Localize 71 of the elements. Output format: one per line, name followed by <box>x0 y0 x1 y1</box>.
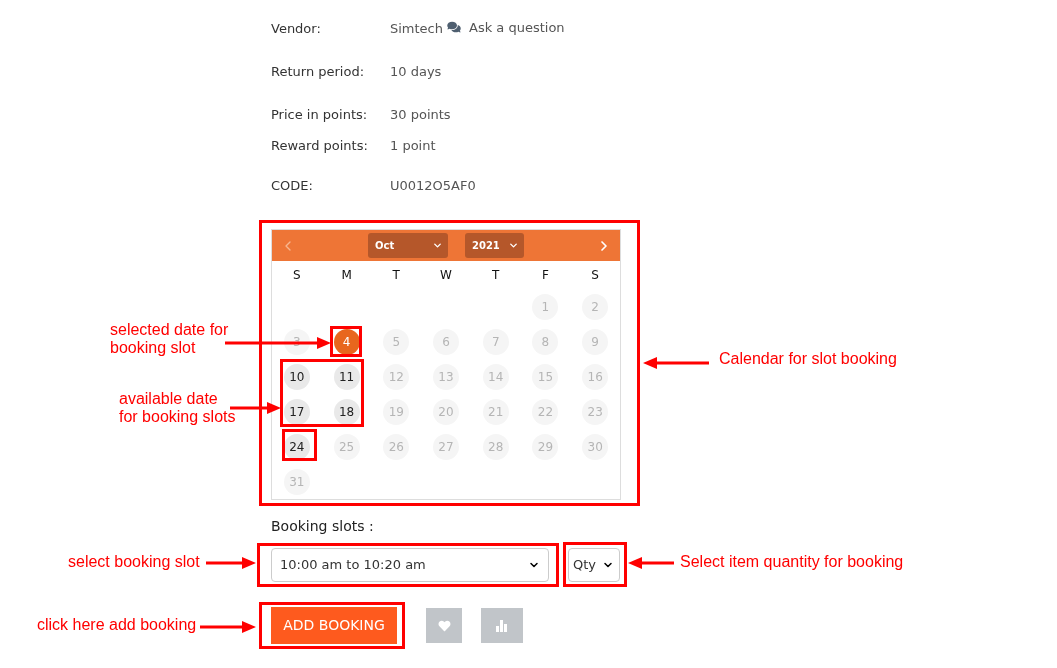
chevron-down-icon <box>508 240 519 251</box>
calendar-day[interactable]: 17 <box>283 398 310 425</box>
vendor-link[interactable]: Simtech <box>390 19 443 39</box>
calendar-day: 19 <box>383 398 410 425</box>
annotation-label: select booking slot <box>68 553 200 571</box>
detail-label: Return period: <box>271 63 366 82</box>
calendar-day[interactable]: 18 <box>333 398 360 425</box>
calendar-day: 6 <box>433 328 459 355</box>
wishlist-button[interactable] <box>426 608 462 643</box>
calendar-day: 8 <box>532 328 559 355</box>
detail-value: 10 days <box>390 63 442 82</box>
calendar-day[interactable]: 10 <box>283 363 310 390</box>
quantity-select[interactable]: Qty <box>568 548 620 582</box>
calendar-day: 15 <box>532 363 559 390</box>
calendar-day: 27 <box>433 433 459 460</box>
annotation-label: click here add booking <box>37 616 197 634</box>
arrow-icon <box>225 337 331 349</box>
calendar-day: 14 <box>482 363 509 390</box>
calendar-day: 26 <box>383 433 410 460</box>
calendar-day: 1 <box>532 293 559 320</box>
arrow-icon <box>643 357 709 369</box>
ask-question-link[interactable]: Ask a question <box>469 17 565 38</box>
annotation-label: available date for booking slots <box>119 390 237 426</box>
calendar-day: 2 <box>582 293 609 320</box>
weekday-label: T <box>392 267 400 284</box>
detail-label: CODE: <box>271 177 314 196</box>
bar-chart-icon <box>496 619 508 632</box>
calendar-day: 25 <box>333 433 360 460</box>
calendar-day: 5 <box>383 328 410 355</box>
arrow-icon <box>200 621 256 633</box>
calendar-day: 21 <box>482 398 509 425</box>
arrow-icon <box>206 557 256 569</box>
detail-label: Price in points: <box>271 106 369 125</box>
detail-label: Reward points: <box>271 137 369 156</box>
calendar-day: 28 <box>482 433 509 460</box>
highlight-frame <box>563 542 627 587</box>
weekday-label: S <box>591 267 599 284</box>
calendar-day[interactable]: 11 <box>333 363 360 390</box>
month-select[interactable]: Oct <box>368 233 448 258</box>
weekday-label: S <box>293 267 301 284</box>
calendar-day: 13 <box>433 363 459 390</box>
calendar-day: 16 <box>582 363 609 390</box>
calendar-day: 23 <box>582 398 609 425</box>
annotation-label: Select item quantity for booking <box>680 553 904 571</box>
chat-bubbles-icon <box>447 21 461 33</box>
calendar-day: 12 <box>383 363 410 390</box>
calendar-day: 29 <box>532 433 559 460</box>
calendar-day: 20 <box>433 398 459 425</box>
detail-label: Vendor: <box>271 20 322 39</box>
chevron-down-icon <box>432 240 443 251</box>
calendar-day: 9 <box>582 328 609 355</box>
weekday-label: W <box>440 267 452 284</box>
calendar-day: 31 <box>283 468 310 495</box>
compare-button[interactable] <box>481 608 523 643</box>
slot-select[interactable]: 10:00 am to 10:20 am <box>271 548 549 582</box>
annotation-label: Calendar for slot booking <box>719 350 897 368</box>
year-select[interactable]: 2021 <box>465 233 524 258</box>
annotation-label: selected date for booking slot <box>110 321 230 357</box>
weekday-label: F <box>541 267 549 284</box>
calendar-day: 22 <box>532 398 559 425</box>
booking-slots-label: Booking slots : <box>271 516 374 536</box>
detail-value: 1 point <box>390 137 436 156</box>
detail-value: U0012O5AF0 <box>390 177 476 196</box>
calendar-day[interactable]: 24 <box>283 433 310 460</box>
detail-value: 30 points <box>390 106 451 125</box>
calendar-day: 7 <box>482 328 509 355</box>
arrow-icon <box>628 557 674 569</box>
heart-icon <box>437 619 451 632</box>
weekday-label: M <box>341 267 352 284</box>
weekday-label: T <box>492 267 500 284</box>
calendar-day: 30 <box>582 433 609 460</box>
